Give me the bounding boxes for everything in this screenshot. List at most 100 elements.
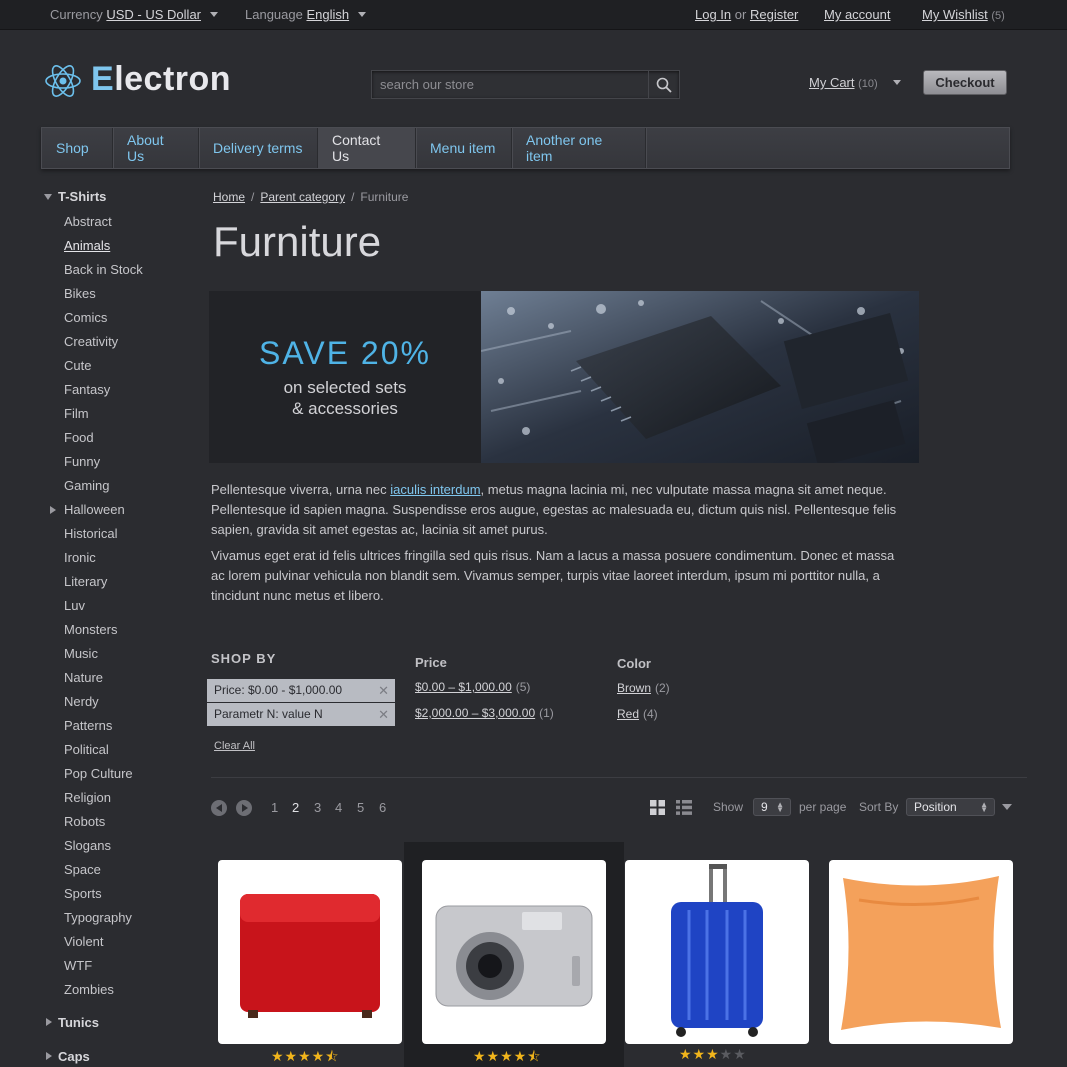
page-number[interactable]: 1 <box>271 800 278 815</box>
nav-menu-item[interactable]: Menu item <box>416 128 512 168</box>
sidebar-item[interactable]: Religion <box>44 789 194 813</box>
nav-shop[interactable]: Shop <box>42 128 113 168</box>
list-view-icon[interactable] <box>676 800 692 815</box>
sidebar-item[interactable]: Violent <box>44 933 194 957</box>
logo-initial: E <box>91 60 115 98</box>
color-option-label[interactable]: Brown <box>617 681 651 695</box>
sidebar-item[interactable]: Luv <box>44 597 194 621</box>
sidebar-item[interactable]: Abstract <box>44 213 194 237</box>
search-input[interactable] <box>372 71 648 98</box>
expand-arrow-icon[interactable] <box>46 1052 52 1060</box>
breadcrumb-parent[interactable]: Parent category <box>260 190 345 204</box>
sidebar-item[interactable]: Cute <box>44 357 194 381</box>
language-switcher[interactable]: Language English <box>245 7 366 22</box>
color-option-label[interactable]: Red <box>617 707 639 721</box>
sidebar-item[interactable]: Nerdy <box>44 693 194 717</box>
price-option[interactable]: $0.00 – $1,000.00 (5) <box>415 680 530 694</box>
sidebar-item[interactable]: Patterns <box>44 717 194 741</box>
login-link[interactable]: Log In <box>695 7 731 22</box>
chevron-down-icon[interactable] <box>893 80 902 85</box>
price-option[interactable]: $2,000.00 – $3,000.00 (1) <box>415 706 554 720</box>
product-image[interactable] <box>218 860 402 1044</box>
product-image[interactable] <box>625 860 809 1044</box>
product-image[interactable] <box>422 860 606 1044</box>
nav-another-one-item[interactable]: Another one item <box>512 128 646 168</box>
promo-banner[interactable]: SAVE 20% on selected sets & accessories <box>209 291 919 463</box>
sidebar-item[interactable]: Music <box>44 645 194 669</box>
sidebar-item[interactable]: Robots <box>44 813 194 837</box>
sidebar-item[interactable]: Typography <box>44 909 194 933</box>
currency-value[interactable]: USD - US Dollar <box>106 7 201 22</box>
cart-label[interactable]: My Cart <box>809 75 855 90</box>
sidebar-item[interactable]: Zombies <box>44 981 194 1005</box>
sidebar-item[interactable]: Slogans <box>44 837 194 861</box>
nav-about-us[interactable]: About Us <box>113 128 199 168</box>
sidebar-item[interactable]: Film <box>44 405 194 429</box>
category-caps[interactable]: Caps <box>44 1049 90 1067</box>
currency-switcher[interactable]: Currency USD - US Dollar <box>50 7 218 22</box>
page-number[interactable]: 4 <box>335 800 342 815</box>
sidebar-item[interactable]: Historical <box>44 525 194 549</box>
expand-arrow-icon[interactable] <box>44 194 52 200</box>
nav-contact-us[interactable]: Contact Us <box>318 128 416 168</box>
breadcrumb-separator: / <box>351 190 355 204</box>
sort-by-select[interactable]: Position ▲ ▼ <box>906 798 995 816</box>
sidebar-item[interactable]: Sports <box>44 885 194 909</box>
sidebar-item-halloween[interactable]: Halloween <box>44 501 194 525</box>
nav-delivery-terms[interactable]: Delivery terms <box>199 128 318 168</box>
show-label: Show <box>713 800 744 814</box>
per-page-select[interactable]: 9 ▲ ▼ <box>753 798 791 816</box>
checkout-button[interactable]: Checkout <box>923 70 1007 95</box>
search-button[interactable] <box>648 71 679 98</box>
grid-view-icon[interactable] <box>650 800 665 815</box>
clear-all-link[interactable]: Clear All <box>214 740 255 752</box>
my-account-link[interactable]: My account <box>824 7 890 22</box>
sidebar-item[interactable]: Space <box>44 861 194 885</box>
register-link[interactable]: Register <box>750 7 798 22</box>
logo-text[interactable]: Electron <box>91 60 231 99</box>
page-number[interactable]: 6 <box>379 800 386 815</box>
category-heading[interactable]: T-Shirts <box>44 189 194 209</box>
close-icon[interactable]: ✕ <box>378 679 389 702</box>
sidebar-item[interactable]: Bikes <box>44 285 194 309</box>
sidebar-item[interactable]: WTF <box>44 957 194 981</box>
sort-direction-icon[interactable] <box>1002 804 1012 810</box>
language-value[interactable]: English <box>306 7 349 22</box>
price-option-label[interactable]: $2,000.00 – $3,000.00 <box>415 706 535 720</box>
sidebar-item[interactable]: Animals <box>44 237 194 261</box>
sidebar-item[interactable]: Gaming <box>44 477 194 501</box>
color-option[interactable]: Brown (2) <box>617 681 670 695</box>
sidebar-item[interactable]: Fantasy <box>44 381 194 405</box>
sidebar-item[interactable]: Political <box>44 741 194 765</box>
mini-cart[interactable]: My Cart (10) <box>809 75 902 90</box>
chevron-down-icon[interactable] <box>209 12 218 17</box>
wishlist-label[interactable]: My Wishlist <box>922 7 988 22</box>
expand-arrow-icon[interactable] <box>50 506 56 514</box>
sidebar-item[interactable]: Food <box>44 429 194 453</box>
next-page-icon[interactable] <box>236 800 252 816</box>
color-option[interactable]: Red (4) <box>617 707 658 721</box>
sidebar-item[interactable]: Funny <box>44 453 194 477</box>
page-number[interactable]: 3 <box>314 800 321 815</box>
breadcrumb-home[interactable]: Home <box>213 190 245 204</box>
chevron-down-icon[interactable] <box>357 12 366 17</box>
sidebar-item[interactable]: Comics <box>44 309 194 333</box>
expand-arrow-icon[interactable] <box>46 1018 52 1026</box>
sidebar-item[interactable]: Ironic <box>44 549 194 573</box>
sidebar-item[interactable]: Back in Stock <box>44 261 194 285</box>
sidebar-item[interactable]: Pop Culture <box>44 765 194 789</box>
prev-page-icon[interactable] <box>211 800 227 816</box>
wishlist-link[interactable]: My Wishlist (5) <box>922 7 1005 22</box>
atom-logo-icon[interactable] <box>44 62 82 100</box>
sidebar-item[interactable]: Creativity <box>44 333 194 357</box>
sidebar-item[interactable]: Monsters <box>44 621 194 645</box>
sidebar-item[interactable]: Literary <box>44 573 194 597</box>
category-tunics[interactable]: Tunics <box>44 1015 99 1035</box>
promo-subtext: on selected sets & accessories <box>209 377 481 419</box>
price-option-label[interactable]: $0.00 – $1,000.00 <box>415 680 512 694</box>
product-image[interactable] <box>829 860 1013 1044</box>
page-number[interactable]: 5 <box>357 800 364 815</box>
sidebar-item[interactable]: Nature <box>44 669 194 693</box>
close-icon[interactable]: ✕ <box>378 703 389 726</box>
description-link[interactable]: iaculis interdum <box>390 482 480 497</box>
